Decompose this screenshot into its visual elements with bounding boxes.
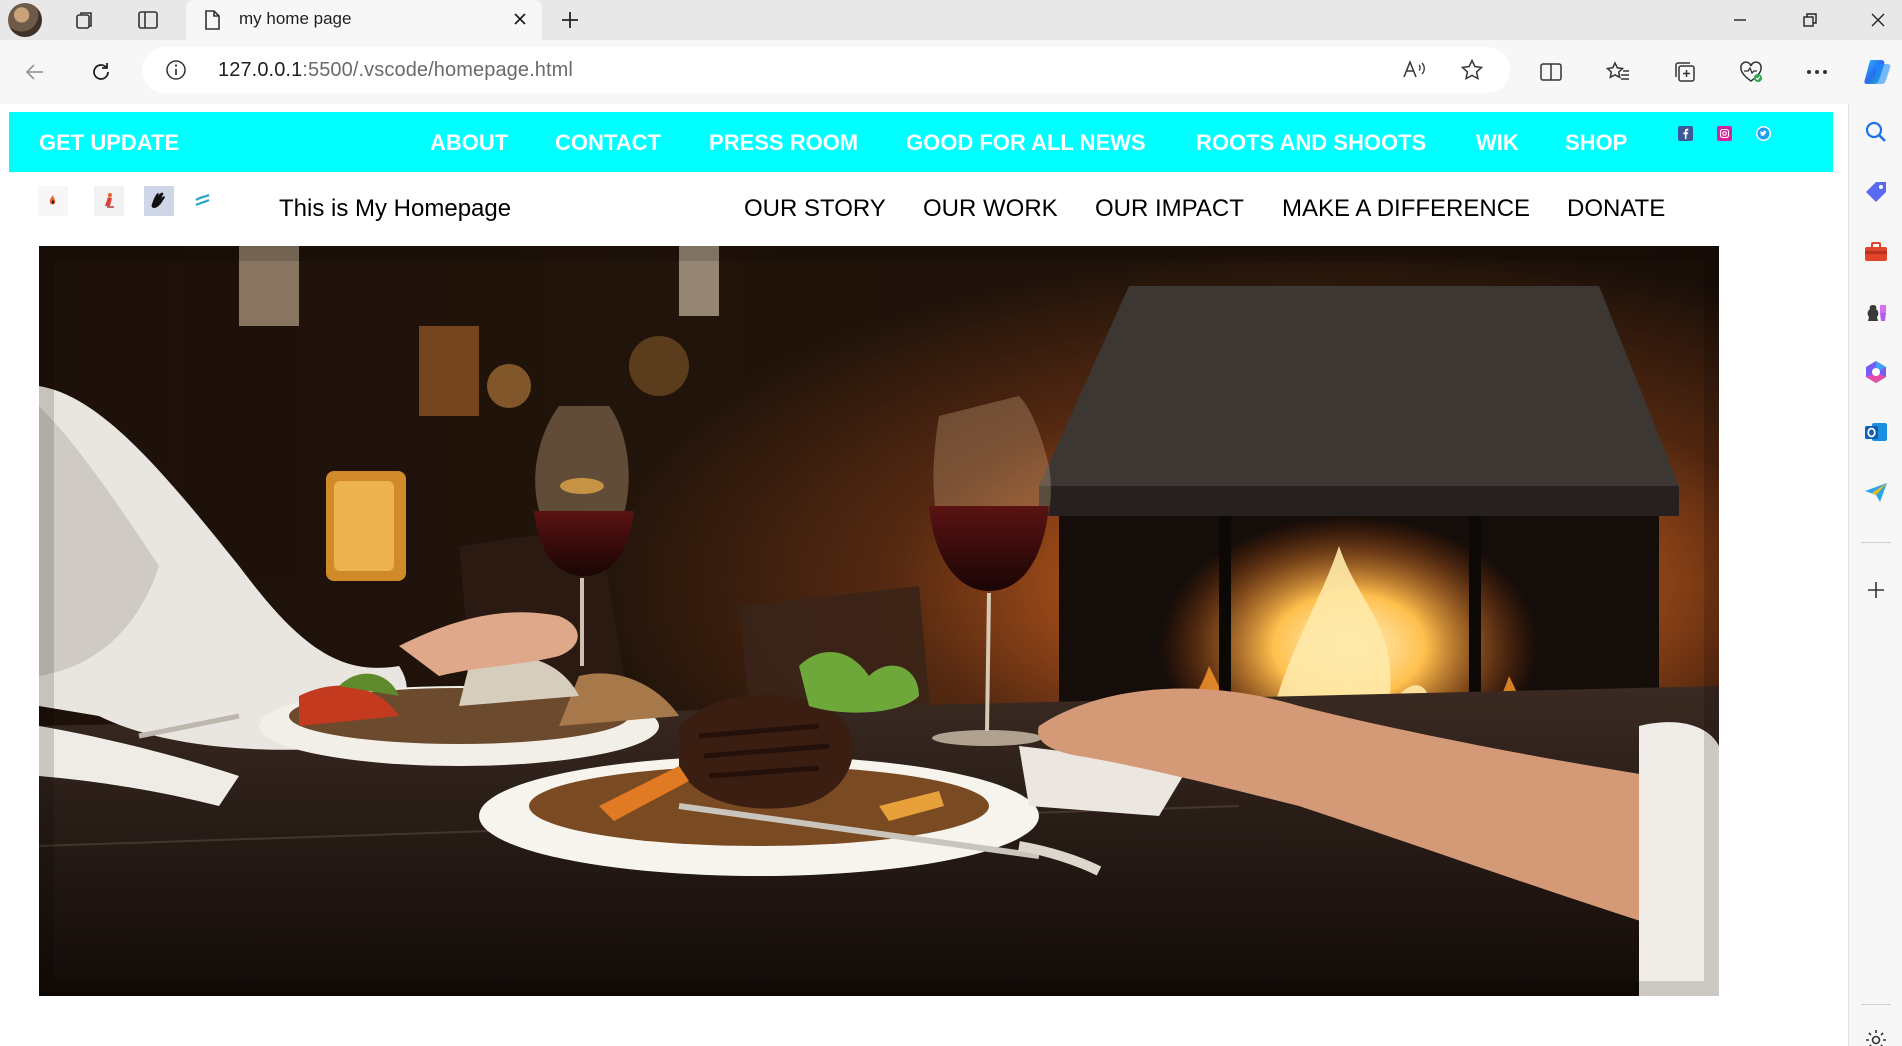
new-tab-icon[interactable] bbox=[556, 6, 584, 34]
tab-title: my home page bbox=[239, 9, 352, 28]
edge-sidebar bbox=[1848, 104, 1902, 1046]
top-navigation-bar: GET UPDATE ABOUT CONTACT PRESS ROOM GOOD… bbox=[9, 112, 1833, 172]
subnav-our-story[interactable]: OUR STORY bbox=[744, 195, 886, 223]
browser-essentials-icon[interactable] bbox=[1731, 52, 1771, 92]
site-info-icon[interactable] bbox=[164, 58, 188, 82]
close-tab-icon[interactable] bbox=[506, 5, 534, 33]
figure-logo-icon[interactable] bbox=[94, 186, 124, 216]
vertical-tabs-icon[interactable] bbox=[134, 6, 162, 34]
nav-link-wik[interactable]: WIK bbox=[1476, 130, 1519, 156]
flame-logo-icon[interactable] bbox=[38, 186, 68, 216]
page-title: This is My Homepage bbox=[279, 195, 512, 222]
browser-tab-strip: my home page bbox=[0, 0, 1902, 40]
shopping-tag-icon[interactable] bbox=[1860, 176, 1892, 208]
browser-toolbar: 127.0.0.1:5500/.vscode/homepage.html bbox=[0, 40, 1902, 104]
subnav-our-work[interactable]: OUR WORK bbox=[923, 195, 1058, 223]
sidebar-settings-gear-icon[interactable] bbox=[1860, 1024, 1892, 1046]
nav-link-contact[interactable]: CONTACT bbox=[555, 130, 661, 156]
hero-image bbox=[39, 246, 1719, 996]
send-drop-icon[interactable] bbox=[1860, 476, 1892, 508]
search-icon[interactable] bbox=[1860, 116, 1892, 148]
wave-logo-icon[interactable] bbox=[188, 186, 218, 216]
favorites-icon[interactable] bbox=[1598, 52, 1638, 92]
nav-link-shop[interactable]: SHOP bbox=[1565, 130, 1627, 156]
url-text[interactable]: 127.0.0.1:5500/.vscode/homepage.html bbox=[218, 59, 573, 82]
microsoft-365-icon[interactable] bbox=[1860, 356, 1892, 388]
subnav-our-impact[interactable]: OUR IMPACT bbox=[1095, 195, 1244, 223]
nav-link-press-room[interactable]: PRESS ROOM bbox=[709, 130, 858, 156]
tools-briefcase-icon[interactable] bbox=[1860, 236, 1892, 268]
nav-link-good-for-all-news[interactable]: GOOD FOR ALL NEWS bbox=[906, 130, 1146, 156]
favorite-star-icon[interactable] bbox=[1458, 56, 1486, 84]
split-screen-icon[interactable] bbox=[1531, 52, 1571, 92]
restore-icon[interactable] bbox=[1788, 4, 1832, 36]
sidebar-divider bbox=[1861, 542, 1891, 543]
facebook-icon[interactable] bbox=[1678, 126, 1693, 141]
nav-link-about[interactable]: ABOUT bbox=[430, 130, 508, 156]
get-update-link[interactable]: GET UPDATE bbox=[39, 130, 179, 156]
close-window-icon[interactable] bbox=[1856, 4, 1900, 36]
back-arrow-icon[interactable] bbox=[15, 52, 55, 92]
hand-logo-icon[interactable] bbox=[144, 186, 174, 216]
collections-icon[interactable] bbox=[1665, 52, 1705, 92]
copilot-icon[interactable] bbox=[1858, 52, 1898, 92]
read-aloud-icon[interactable] bbox=[1400, 56, 1428, 84]
add-sidebar-app-icon[interactable] bbox=[1860, 574, 1892, 606]
nav-link-roots-and-shoots[interactable]: ROOTS AND SHOOTS bbox=[1196, 130, 1426, 156]
twitter-icon[interactable] bbox=[1756, 126, 1771, 141]
instagram-icon[interactable] bbox=[1717, 126, 1732, 141]
minimize-icon[interactable] bbox=[1718, 4, 1762, 36]
profile-avatar[interactable] bbox=[8, 3, 42, 37]
workspaces-icon[interactable] bbox=[71, 6, 99, 34]
refresh-icon[interactable] bbox=[81, 52, 121, 92]
url-host: 127.0.0.1 bbox=[218, 59, 303, 81]
subnav-donate[interactable]: DONATE bbox=[1567, 195, 1665, 223]
outlook-icon[interactable] bbox=[1860, 416, 1892, 448]
page-viewport: GET UPDATE ABOUT CONTACT PRESS ROOM GOOD… bbox=[0, 104, 1848, 1046]
sidebar-divider-bottom bbox=[1861, 1004, 1891, 1005]
url-path: :5500/.vscode/homepage.html bbox=[302, 59, 573, 81]
more-options-icon[interactable] bbox=[1797, 52, 1837, 92]
games-chess-icon[interactable] bbox=[1860, 296, 1892, 328]
page-icon bbox=[198, 6, 226, 34]
address-bar[interactable]: 127.0.0.1:5500/.vscode/homepage.html bbox=[142, 47, 1510, 93]
subnav-make-a-difference[interactable]: MAKE A DIFFERENCE bbox=[1282, 195, 1530, 223]
